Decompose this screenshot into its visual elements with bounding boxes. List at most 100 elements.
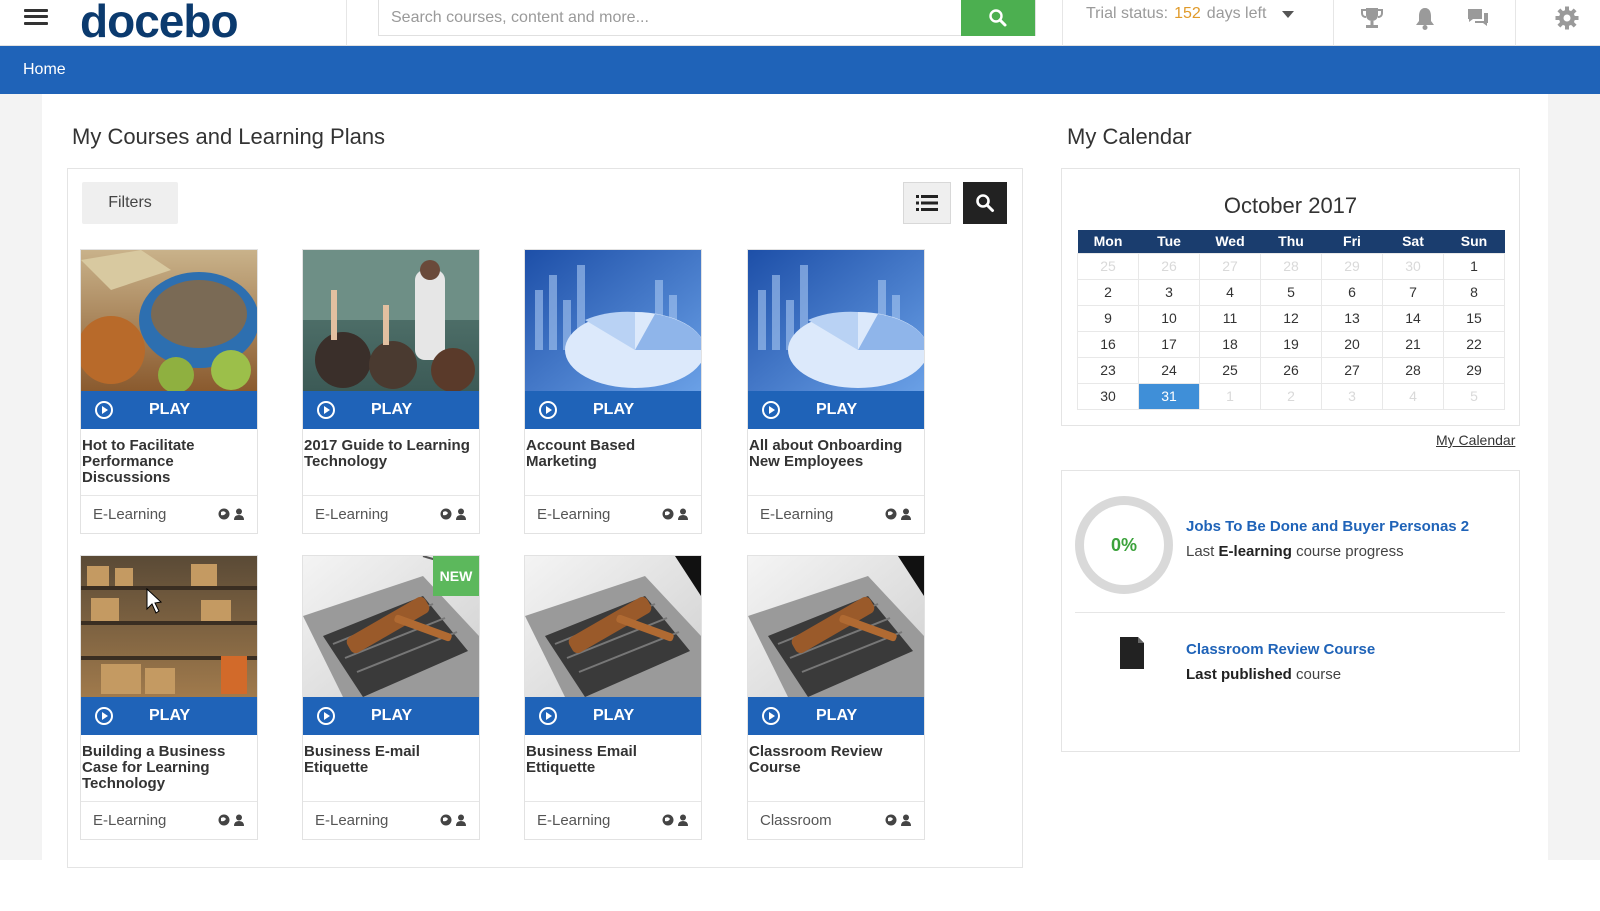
calendar-day[interactable]: 14 [1382,304,1444,332]
course-card[interactable]: PLAY Business Email Ettiquette E-Learnin… [524,555,702,840]
course-footer: E-Learning [303,495,479,533]
calendar-day[interactable]: 7 [1382,278,1444,306]
trial-status-dropdown[interactable]: Trial status: 152 days left [1086,5,1295,23]
progress-donut: 0% [1075,496,1173,594]
breadcrumb-bar: Home [0,46,1600,94]
play-button[interactable]: PLAY [81,391,257,429]
calendar-day[interactable]: 28 [1260,252,1322,280]
list-view-button[interactable] [903,182,951,224]
last-course-link[interactable]: Jobs To Be Done and Buyer Personas 2 [1186,518,1469,535]
play-button[interactable]: PLAY [81,697,257,735]
play-button[interactable]: PLAY [525,391,701,429]
play-button[interactable]: PLAY [303,697,479,735]
calendar-day[interactable]: 4 [1199,278,1261,306]
course-title[interactable]: Business E-mail Etiquette [304,744,480,776]
course-card[interactable]: PLAY Classroom Review Course Classroom [747,555,925,840]
weekday-header: Wed [1199,230,1261,253]
calendar-day[interactable]: 27 [1199,252,1261,280]
calendar-day[interactable]: 17 [1138,330,1200,358]
course-card[interactable]: PLAY All about Onboarding New Employees … [747,249,925,534]
calendar-day[interactable]: 3 [1138,278,1200,306]
course-card[interactable]: PLAY 2017 Guide to Learning Technology E… [302,249,480,534]
menu-icon[interactable] [22,4,50,30]
course-thumbnail-pie-chart [748,250,924,391]
course-title[interactable]: All about Onboarding New Employees [749,438,925,470]
calendar-day[interactable]: 5 [1443,382,1505,410]
divider [1075,612,1505,613]
course-title[interactable]: Business Email Ettiquette [526,744,702,776]
calendar-day[interactable]: 24 [1138,356,1200,384]
calendar-day[interactable]: 9 [1077,304,1139,332]
calendar-day[interactable]: 27 [1321,356,1383,384]
calendar-day[interactable]: 13 [1321,304,1383,332]
published-course-link[interactable]: Classroom Review Course [1186,641,1375,658]
home-link[interactable]: Home [23,61,66,79]
calendar-day[interactable]: 26 [1138,252,1200,280]
calendar-day[interactable]: 10 [1138,304,1200,332]
course-type: E-Learning [315,812,389,829]
calendar-day[interactable]: 25 [1077,252,1139,280]
play-icon [762,707,780,725]
course-title[interactable]: 2017 Guide to Learning Technology [304,438,480,470]
globe-icon [218,508,230,520]
calendar-day[interactable]: 15 [1443,304,1505,332]
calendar-day[interactable]: 30 [1382,252,1444,280]
user-icon [456,508,466,520]
calendar-day[interactable]: 25 [1199,356,1261,384]
calendar-day[interactable]: 4 [1382,382,1444,410]
calendar-day[interactable]: 2 [1077,278,1139,306]
calendar-day[interactable]: 18 [1199,330,1261,358]
course-search-button[interactable] [963,182,1007,224]
calendar-day[interactable]: 21 [1382,330,1444,358]
calendar-grid: Mon Tue Wed Thu Fri Sat Sun 25 26 27 28 … [1077,230,1505,410]
play-icon [95,707,113,725]
calendar-day[interactable]: 3 [1321,382,1383,410]
calendar-day[interactable]: 2 [1260,382,1322,410]
search-button[interactable] [961,0,1035,36]
course-title[interactable]: Hot to Facilitate Performance Discussion… [82,438,258,486]
calendar-day[interactable]: 16 [1077,330,1139,358]
chat-icon[interactable] [1464,4,1492,32]
calendar-day[interactable]: 19 [1260,330,1322,358]
play-button[interactable]: PLAY [748,391,924,429]
filters-button[interactable]: Filters [82,182,178,224]
globe-icon [662,814,674,826]
calendar-day[interactable]: 12 [1260,304,1322,332]
calendar-day[interactable]: 6 [1321,278,1383,306]
calendar-day[interactable]: 8 [1443,278,1505,306]
calendar-day[interactable]: 20 [1321,330,1383,358]
calendar-day-today[interactable]: 31 [1138,382,1200,410]
gear-icon[interactable] [1553,4,1581,32]
trophy-icon[interactable] [1358,4,1386,32]
bell-icon[interactable] [1411,4,1439,32]
course-card[interactable]: NEW PLAY Business E-mail Etiquette E-Lea… [302,555,480,840]
search-input[interactable] [379,0,961,35]
course-title[interactable]: Classroom Review Course [749,744,925,776]
calendar-day[interactable]: 26 [1260,356,1322,384]
my-calendar-link[interactable]: My Calendar [1436,432,1515,448]
calendar-day[interactable]: 23 [1077,356,1139,384]
play-button[interactable]: PLAY [748,697,924,735]
docebo-logo[interactable]: docebo® [80,0,247,48]
play-icon [539,707,557,725]
course-title[interactable]: Building a Business Case for Learning Te… [82,744,258,792]
play-button[interactable]: PLAY [525,697,701,735]
calendar-day[interactable]: 11 [1199,304,1261,332]
user-icon [234,814,244,826]
play-button[interactable]: PLAY [303,391,479,429]
calendar-day[interactable]: 1 [1443,252,1505,280]
calendar-day[interactable]: 29 [1443,356,1505,384]
calendar-day[interactable]: 5 [1260,278,1322,306]
course-card[interactable]: PLAY Building a Business Case for Learni… [80,555,258,840]
calendar-day[interactable]: 28 [1382,356,1444,384]
course-thumbnail-gavel [525,556,701,697]
course-footer: E-Learning [748,495,924,533]
course-card[interactable]: PLAY Account Based Marketing E-Learning [524,249,702,534]
calendar-day[interactable]: 30 [1077,382,1139,410]
course-card[interactable]: PLAY Hot to Facilitate Performance Discu… [80,249,258,534]
course-title[interactable]: Account Based Marketing [526,438,702,470]
play-icon [317,707,335,725]
calendar-day[interactable]: 22 [1443,330,1505,358]
calendar-day[interactable]: 1 [1199,382,1261,410]
calendar-day[interactable]: 29 [1321,252,1383,280]
